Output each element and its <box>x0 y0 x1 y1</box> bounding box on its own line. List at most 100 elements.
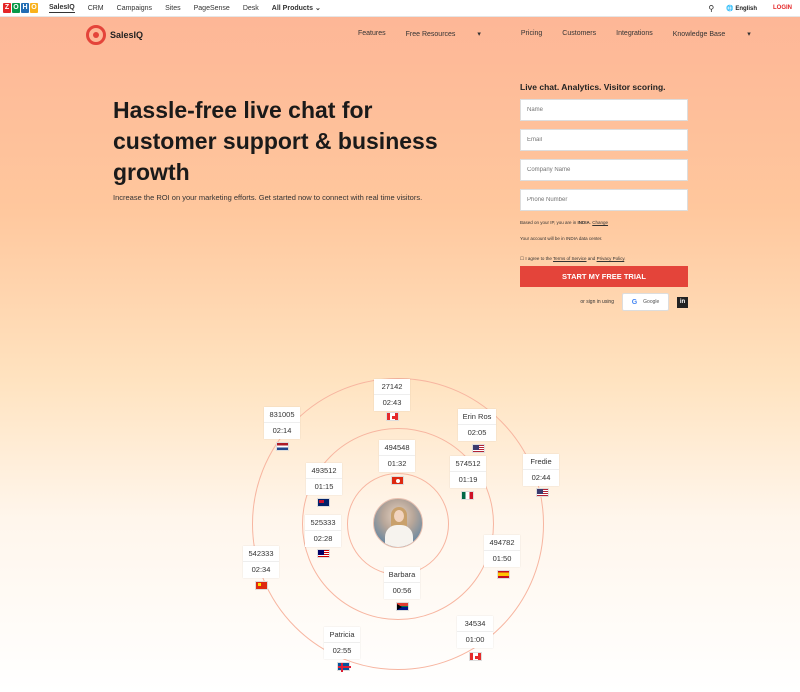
ip-country: INDIA <box>577 220 590 225</box>
visitor-time: 02:14 <box>272 426 292 435</box>
all-products-menu[interactable]: All Products ⌄ <box>272 4 321 12</box>
visitor-id: 494782 <box>484 535 520 551</box>
visitor-card[interactable]: Erin Ros 02:05 <box>458 409 496 441</box>
flag-australia-icon <box>317 498 330 507</box>
visitor-id: 27142 <box>374 379 410 395</box>
signup-form: Live chat. Analytics. Visitor scoring. B… <box>520 82 688 311</box>
visitor-card[interactable]: Fredie 02:44 <box>523 454 559 486</box>
phone-field[interactable] <box>520 189 688 211</box>
zoho-logo-letter: Z <box>3 3 11 13</box>
orbit-ring-inner <box>347 473 449 575</box>
flag-southafrica-icon <box>396 602 409 611</box>
visitor-time: 02:44 <box>531 473 551 482</box>
zoho-top-bar: Z O H O SalesIQ CRM Campaigns Sites Page… <box>0 0 800 17</box>
nav-features[interactable]: Features <box>358 30 386 38</box>
terms-link[interactable]: Terms of Service <box>553 256 587 261</box>
visitor-time: 01:32 <box>387 459 407 468</box>
visitor-id: 831005 <box>264 407 300 423</box>
flag-usa-icon <box>472 444 485 453</box>
flag-spain-icon <box>497 570 510 579</box>
visitor-card[interactable]: 494782 01:50 <box>484 535 520 567</box>
visitor-card[interactable]: Patricia 02:55 <box>324 627 360 659</box>
google-label: Google <box>643 299 660 305</box>
nav-integrations[interactable]: Integrations <box>616 30 653 38</box>
signin-label: or sign in using <box>580 299 614 305</box>
flag-mexico-icon <box>461 491 474 500</box>
flag-iceland-icon <box>337 662 351 672</box>
ip-note-text: Based on your IP, you are in <box>520 220 577 225</box>
visitor-card[interactable]: 542333 02:34 <box>243 546 279 578</box>
product-salesiq[interactable]: SalesIQ <box>49 4 75 13</box>
brand-name: SalesIQ <box>110 30 144 40</box>
visitor-card[interactable]: 494548 01:32 <box>379 440 415 472</box>
visitor-id: 574512 <box>450 456 486 472</box>
product-sites[interactable]: Sites <box>165 5 181 12</box>
visitor-card[interactable]: Barbara 00:56 <box>384 567 420 599</box>
agree-and-text: and <box>587 256 596 261</box>
zoho-logo-letter: O <box>30 3 38 13</box>
visitor-card[interactable]: 574512 01:19 <box>450 456 486 488</box>
start-free-trial-button[interactable]: START MY FREE TRIAL <box>520 266 688 287</box>
visitor-time: 02:28 <box>313 534 333 543</box>
visitor-card[interactable]: 34534 01:00 <box>457 616 493 648</box>
privacy-link[interactable]: Privacy Policy <box>597 256 625 261</box>
nav-knowledge-base-label: Knowledge Base <box>672 31 726 38</box>
visitor-card[interactable]: 27142 02:43 <box>374 379 410 411</box>
visitor-time: 00:56 <box>392 586 412 595</box>
operator-avatar <box>373 498 423 548</box>
caret-down-icon: ▾ <box>747 31 751 38</box>
nav-customers[interactable]: Customers <box>562 30 596 38</box>
agree-text: I agree to the <box>525 256 552 261</box>
nav-free-resources[interactable]: Free Resources ▾ <box>406 30 501 38</box>
visitor-card[interactable]: 525333 02:28 <box>305 515 341 547</box>
caret-down-icon: ▾ <box>477 31 481 38</box>
visitor-time: 02:34 <box>251 565 271 574</box>
visitor-time: 02:05 <box>467 428 487 437</box>
all-products-label: All Products <box>271 5 314 12</box>
visitor-card[interactable]: 493512 01:15 <box>306 463 342 495</box>
flag-netherlands-icon <box>276 442 289 451</box>
salesiq-logo[interactable]: SalesIQ <box>86 25 143 45</box>
visitor-id: 493512 <box>306 463 342 479</box>
login-link[interactable]: LOGIN <box>773 5 792 11</box>
zoho-logo-letter: O <box>12 3 20 13</box>
nav-pricing[interactable]: Pricing <box>521 30 542 38</box>
visitor-id: 34534 <box>457 616 493 632</box>
data-center-note: Your account will be in INDIA data cente… <box>520 236 603 241</box>
visitor-time: 01:00 <box>465 635 485 644</box>
globe-icon: 🌐 <box>726 5 734 12</box>
product-pagesense[interactable]: PageSense <box>194 5 230 12</box>
orbit-ring-outer <box>252 378 544 670</box>
name-field[interactable] <box>520 99 688 121</box>
search-icon[interactable]: ⚲ <box>708 4 714 13</box>
ip-note: Based on your IP, you are in INDIA. Chan… <box>520 220 609 225</box>
salesiq-logo-icon <box>86 25 106 45</box>
google-icon: G <box>631 298 638 306</box>
product-desk[interactable]: Desk <box>243 5 259 12</box>
flag-hongkong-icon <box>391 476 404 485</box>
language-selector[interactable]: 🌐 English <box>726 5 757 12</box>
form-title: Live chat. Analytics. Visitor scoring. <box>520 82 666 92</box>
nav-knowledge-base[interactable]: Knowledge Base ▾ <box>673 30 771 38</box>
visitor-id: Fredie <box>523 454 559 470</box>
visitor-id: 542333 <box>243 546 279 562</box>
nav-free-resources-label: Free Resources <box>405 31 456 38</box>
visitor-time: 02:55 <box>332 646 352 655</box>
hero-title: Hassle-free live chat for customer suppo… <box>113 97 438 185</box>
visitor-id: Barbara <box>384 567 420 583</box>
product-crm[interactable]: CRM <box>88 5 104 12</box>
visitor-card[interactable]: 831005 02:14 <box>264 407 300 439</box>
visitor-time: 01:50 <box>492 554 512 563</box>
visitor-time: 02:43 <box>382 398 402 407</box>
google-signin-button[interactable]: G Google <box>622 293 669 311</box>
flag-china-icon <box>255 581 268 590</box>
product-campaigns[interactable]: Campaigns <box>117 5 152 12</box>
change-country-link[interactable]: Change <box>592 220 608 225</box>
linkedin-icon[interactable]: in <box>677 296 688 308</box>
zoho-logo[interactable]: Z O H O <box>3 3 39 13</box>
company-field[interactable] <box>520 159 688 181</box>
terms-checkbox[interactable]: ☐ <box>520 256 524 261</box>
visitor-time: 01:15 <box>314 482 334 491</box>
hero-subtitle: Increase the ROI on your marketing effor… <box>113 193 423 202</box>
email-field[interactable] <box>520 129 688 151</box>
